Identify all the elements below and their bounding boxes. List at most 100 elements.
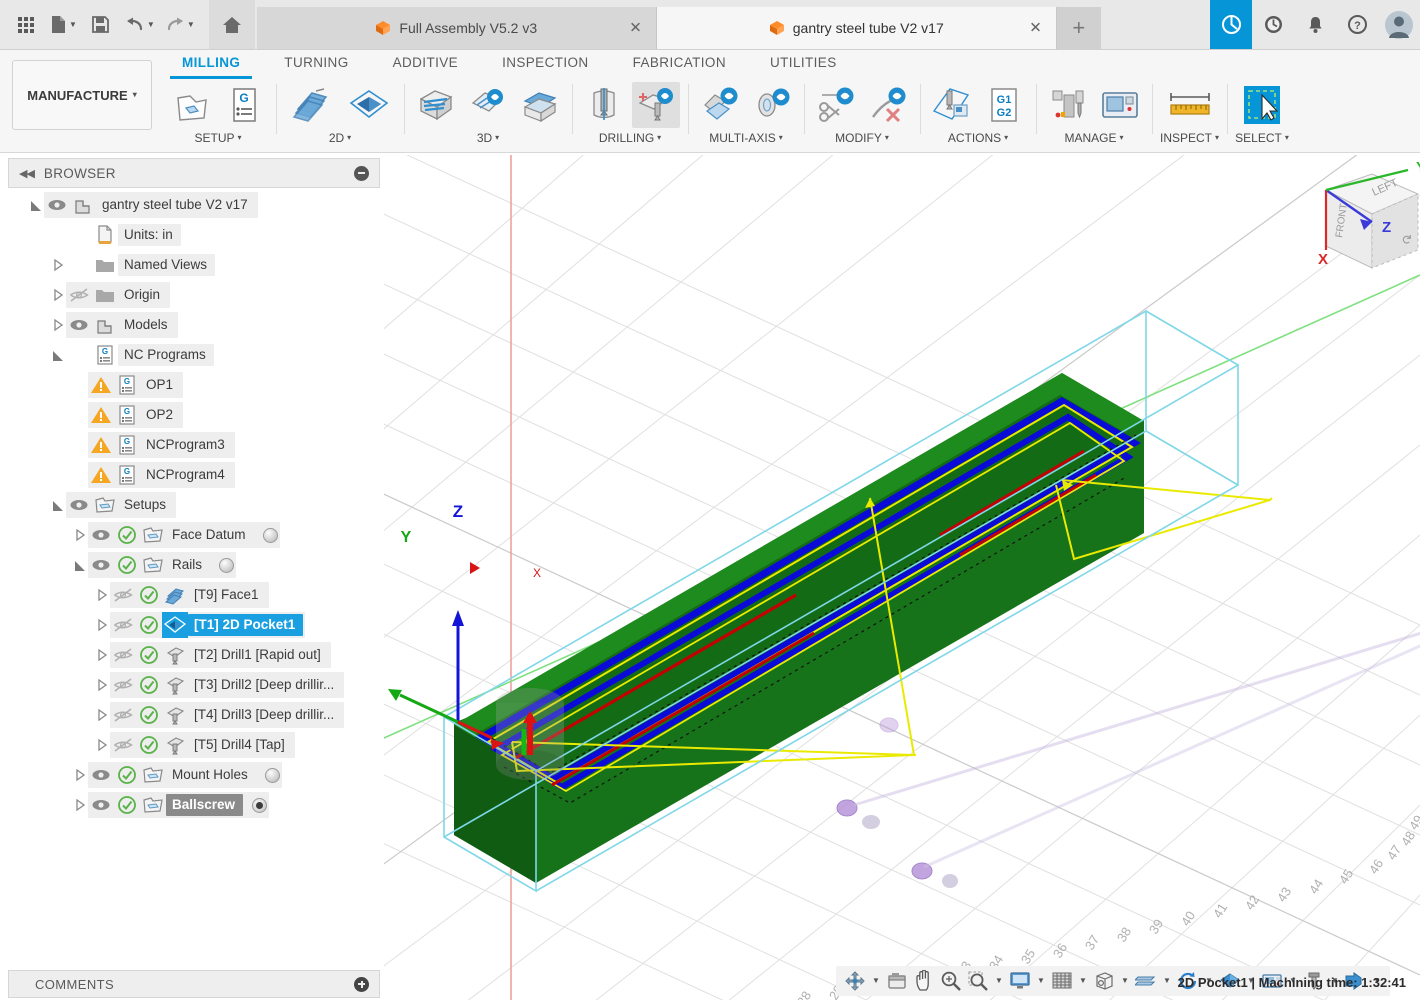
display-dropdown[interactable]: ▼ — [1034, 968, 1048, 994]
tree-expander-closed[interactable] — [94, 610, 110, 640]
setup-icon[interactable] — [168, 82, 216, 128]
tree-expander-closed[interactable] — [50, 280, 66, 310]
tree-row[interactable]: gantry steel tube V2 v17 — [8, 190, 380, 220]
tree-row[interactable]: [T2] Drill1 [Rapid out] — [8, 640, 380, 670]
swarf-icon[interactable] — [696, 82, 744, 128]
close-icon[interactable]: ✕ — [629, 21, 642, 36]
simulate-icon[interactable] — [928, 82, 976, 128]
drill-icon[interactable] — [580, 82, 628, 128]
tree-item-label[interactable]: Setups — [118, 494, 175, 516]
visibility-eye-off-icon[interactable] — [66, 282, 92, 308]
tree-row[interactable]: G NCProgram4 — [8, 460, 380, 490]
grid-apps-icon[interactable] — [8, 7, 44, 43]
orbit-icon[interactable] — [842, 968, 868, 994]
visibility-eye-off-icon[interactable] — [110, 612, 136, 638]
tree-row[interactable]: Named Views — [8, 250, 380, 280]
plus-circle-icon[interactable] — [354, 976, 369, 992]
extensions-icon[interactable] — [1210, 0, 1252, 49]
delete-toolpath-icon[interactable] — [864, 82, 912, 128]
setup-activate-radio[interactable] — [219, 557, 235, 573]
undo-button[interactable]: ▼ — [121, 7, 159, 43]
horizontal-3d-icon[interactable] — [516, 82, 564, 128]
display-settings-icon[interactable] — [1007, 968, 1033, 994]
tree-row[interactable]: Units: in — [8, 220, 380, 250]
tree-item-label[interactable]: Origin — [118, 284, 169, 306]
tree-item-label[interactable]: Mount Holes — [166, 764, 256, 786]
tree-row[interactable]: Rails — [8, 550, 380, 580]
pocket-2d-icon[interactable] — [342, 82, 396, 128]
tree-item-label[interactable]: OP2 — [140, 404, 182, 426]
tree-item-label[interactable]: NCProgram3 — [140, 434, 233, 456]
tree-item-label[interactable]: [T9] Face1 — [188, 584, 267, 606]
tree-expander-closed[interactable] — [72, 760, 88, 790]
tree-expander-closed[interactable] — [94, 700, 110, 730]
tree-row[interactable]: [T1] 2D Pocket1 — [8, 610, 380, 640]
nc-program-icon[interactable]: G — [220, 82, 268, 128]
toolpath-display-icon[interactable] — [1133, 968, 1159, 994]
tree-item-label[interactable]: Named Views — [118, 254, 216, 276]
tree-item-label[interactable]: Ballscrew — [166, 794, 244, 816]
new-file-button[interactable]: ▼ — [46, 7, 81, 43]
setup-activate-radio[interactable] — [262, 527, 278, 543]
tree-row[interactable]: G OP2 — [8, 400, 380, 430]
tree-expander-closed[interactable] — [72, 790, 88, 820]
tree-row[interactable]: Ballscrew — [8, 790, 380, 820]
tab-additive[interactable]: ADDITIVE — [371, 50, 480, 78]
visibility-eye-on-icon[interactable] — [88, 792, 114, 818]
tree-item-label[interactable]: OP1 — [140, 374, 182, 396]
tree-row[interactable]: G OP1 — [8, 370, 380, 400]
tree-row[interactable]: Models — [8, 310, 380, 340]
tree-item-label[interactable]: [T5] Drill4 [Tap] — [188, 734, 293, 756]
grid-snaps-icon[interactable] — [1049, 968, 1075, 994]
minus-circle-icon[interactable] — [354, 165, 369, 181]
tree-item-label[interactable]: gantry steel tube V2 v17 — [96, 194, 256, 216]
look-at-icon[interactable] — [884, 968, 910, 994]
document-tab-1[interactable]: Full Assembly V5.2 v3 ✕ — [256, 7, 657, 49]
pan-icon[interactable] — [911, 968, 937, 994]
tree-row[interactable]: G NCProgram3 — [8, 430, 380, 460]
adaptive-3d-icon[interactable] — [412, 82, 460, 128]
tree-row[interactable]: Origin — [8, 280, 380, 310]
tree-expander-open[interactable] — [72, 550, 88, 580]
tree-item-label[interactable]: NCProgram4 — [140, 464, 233, 486]
face-2d-icon[interactable] — [284, 82, 338, 128]
visibility-eye-off-icon[interactable] — [110, 732, 136, 758]
tree-row[interactable]: [T9] Face1 — [8, 580, 380, 610]
tree-expander-closed[interactable] — [50, 250, 66, 280]
setup-activate-radio-selected[interactable] — [252, 797, 268, 813]
job-status-icon[interactable] — [1252, 0, 1294, 49]
tree-item-label[interactable]: [T3] Drill2 [Deep drillir... — [188, 674, 343, 696]
tree-item-label[interactable]: [T1] 2D Pocket1 — [188, 614, 304, 636]
tree-item-label[interactable]: [T2] Drill1 [Rapid out] — [188, 644, 329, 666]
zoom-window-icon[interactable] — [965, 968, 991, 994]
tree-expander-closed[interactable] — [72, 520, 88, 550]
parallel-3d-icon[interactable] — [464, 82, 512, 128]
tree-row[interactable]: [T3] Drill2 [Deep drillir... — [8, 670, 380, 700]
rotary-icon[interactable] — [748, 82, 796, 128]
visibility-eye-on-icon[interactable] — [66, 492, 92, 518]
visibility-eye-off-icon[interactable] — [110, 702, 136, 728]
tree-item-label[interactable]: Models — [118, 314, 176, 336]
orbit-dropdown[interactable]: ▼ — [869, 968, 883, 994]
measure-icon[interactable] — [1163, 82, 1217, 128]
visibility-eye-on-icon[interactable] — [88, 522, 114, 548]
tree-item-label[interactable]: [T4] Drill3 [Deep drillir... — [188, 704, 343, 726]
trim-toolpath-icon[interactable] — [812, 82, 860, 128]
tab-inspection[interactable]: INSPECTION — [480, 50, 611, 78]
tree-row[interactable]: Face Datum — [8, 520, 380, 550]
select-cursor-icon[interactable] — [1235, 82, 1289, 128]
visibility-eye-on-icon[interactable] — [66, 312, 92, 338]
tree-item-label[interactable]: Rails — [166, 554, 211, 576]
visibility-eye-off-icon[interactable] — [110, 672, 136, 698]
close-icon[interactable]: ✕ — [1029, 21, 1042, 36]
zoom-icon[interactable] — [938, 968, 964, 994]
visibility-eye-on-icon[interactable] — [88, 552, 114, 578]
tab-fabrication[interactable]: FABRICATION — [611, 50, 748, 78]
toolpath-dropdown[interactable]: ▼ — [1160, 968, 1174, 994]
notifications-bell-icon[interactable] — [1294, 0, 1336, 49]
tree-row[interactable]: Setups — [8, 490, 380, 520]
tree-expander-closed[interactable] — [94, 730, 110, 760]
tree-row[interactable]: G NC Programs — [8, 340, 380, 370]
tree-item-label[interactable]: NC Programs — [118, 344, 214, 366]
bore-icon[interactable] — [632, 82, 680, 128]
